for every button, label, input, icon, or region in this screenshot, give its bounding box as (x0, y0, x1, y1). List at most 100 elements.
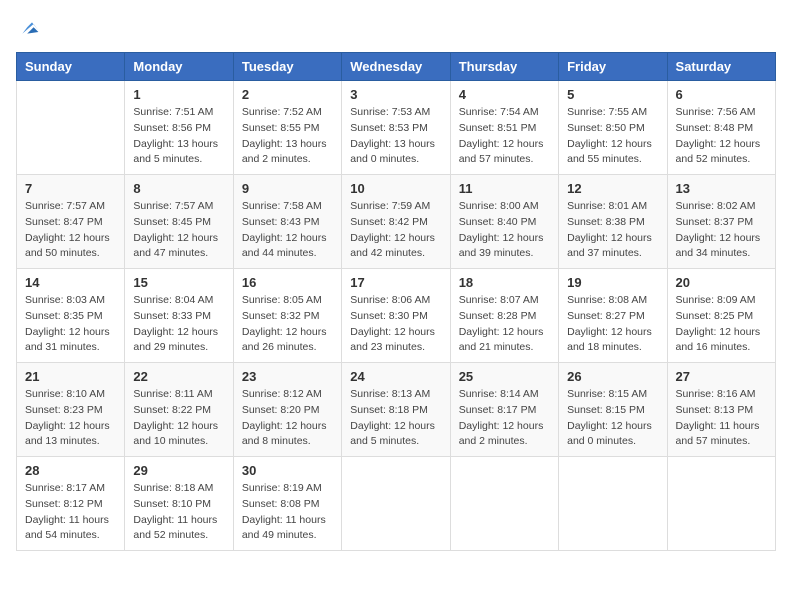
sunrise: Sunrise: 8:07 AM (459, 294, 539, 306)
daylight: Daylight: 12 hours and 29 minutes. (133, 326, 218, 354)
sunset: Sunset: 8:28 PM (459, 310, 537, 322)
day-info: Sunrise: 8:12 AM Sunset: 8:20 PM Dayligh… (242, 387, 333, 450)
day-number: 30 (242, 463, 333, 478)
daylight: Daylight: 11 hours and 49 minutes. (242, 514, 326, 542)
day-number: 15 (133, 275, 224, 290)
day-number: 25 (459, 369, 550, 384)
calendar-cell: 26 Sunrise: 8:15 AM Sunset: 8:15 PM Dayl… (559, 363, 667, 457)
day-number: 14 (25, 275, 116, 290)
day-number: 7 (25, 181, 116, 196)
day-number: 18 (459, 275, 550, 290)
sunset: Sunset: 8:40 PM (459, 216, 537, 228)
day-number: 6 (676, 87, 767, 102)
day-number: 20 (676, 275, 767, 290)
sunset: Sunset: 8:50 PM (567, 122, 645, 134)
calendar-cell: 6 Sunrise: 7:56 AM Sunset: 8:48 PM Dayli… (667, 81, 775, 175)
sunrise: Sunrise: 7:56 AM (676, 106, 756, 118)
daylight: Daylight: 12 hours and 37 minutes. (567, 232, 652, 260)
calendar-cell: 21 Sunrise: 8:10 AM Sunset: 8:23 PM Dayl… (17, 363, 125, 457)
sunrise: Sunrise: 8:06 AM (350, 294, 430, 306)
day-info: Sunrise: 8:10 AM Sunset: 8:23 PM Dayligh… (25, 387, 116, 450)
day-info: Sunrise: 8:09 AM Sunset: 8:25 PM Dayligh… (676, 293, 767, 356)
day-number: 23 (242, 369, 333, 384)
sunset: Sunset: 8:15 PM (567, 404, 645, 416)
daylight: Daylight: 12 hours and 23 minutes. (350, 326, 435, 354)
calendar-cell: 1 Sunrise: 7:51 AM Sunset: 8:56 PM Dayli… (125, 81, 233, 175)
day-info: Sunrise: 7:55 AM Sunset: 8:50 PM Dayligh… (567, 105, 658, 168)
daylight: Daylight: 12 hours and 31 minutes. (25, 326, 110, 354)
calendar-cell (559, 457, 667, 551)
calendar-week-4: 21 Sunrise: 8:10 AM Sunset: 8:23 PM Dayl… (17, 363, 776, 457)
sunset: Sunset: 8:17 PM (459, 404, 537, 416)
calendar-cell: 10 Sunrise: 7:59 AM Sunset: 8:42 PM Dayl… (342, 175, 450, 269)
calendar-cell: 17 Sunrise: 8:06 AM Sunset: 8:30 PM Dayl… (342, 269, 450, 363)
sunset: Sunset: 8:27 PM (567, 310, 645, 322)
calendar-week-5: 28 Sunrise: 8:17 AM Sunset: 8:12 PM Dayl… (17, 457, 776, 551)
daylight: Daylight: 12 hours and 13 minutes. (25, 420, 110, 448)
sunset: Sunset: 8:23 PM (25, 404, 103, 416)
calendar-week-2: 7 Sunrise: 7:57 AM Sunset: 8:47 PM Dayli… (17, 175, 776, 269)
calendar-cell: 11 Sunrise: 8:00 AM Sunset: 8:40 PM Dayl… (450, 175, 558, 269)
sunrise: Sunrise: 8:16 AM (676, 388, 756, 400)
sunset: Sunset: 8:22 PM (133, 404, 211, 416)
sunset: Sunset: 8:33 PM (133, 310, 211, 322)
sunset: Sunset: 8:48 PM (676, 122, 754, 134)
day-info: Sunrise: 7:57 AM Sunset: 8:47 PM Dayligh… (25, 199, 116, 262)
sunset: Sunset: 8:10 PM (133, 498, 211, 510)
day-info: Sunrise: 8:02 AM Sunset: 8:37 PM Dayligh… (676, 199, 767, 262)
sunrise: Sunrise: 7:57 AM (133, 200, 213, 212)
day-number: 10 (350, 181, 441, 196)
calendar-cell: 27 Sunrise: 8:16 AM Sunset: 8:13 PM Dayl… (667, 363, 775, 457)
calendar-cell: 22 Sunrise: 8:11 AM Sunset: 8:22 PM Dayl… (125, 363, 233, 457)
day-info: Sunrise: 7:52 AM Sunset: 8:55 PM Dayligh… (242, 105, 333, 168)
calendar-cell: 29 Sunrise: 8:18 AM Sunset: 8:10 PM Dayl… (125, 457, 233, 551)
daylight: Daylight: 12 hours and 42 minutes. (350, 232, 435, 260)
daylight: Daylight: 12 hours and 5 minutes. (350, 420, 435, 448)
weekday-header-row: SundayMondayTuesdayWednesdayThursdayFrid… (17, 53, 776, 81)
day-number: 5 (567, 87, 658, 102)
calendar-cell: 3 Sunrise: 7:53 AM Sunset: 8:53 PM Dayli… (342, 81, 450, 175)
sunrise: Sunrise: 8:01 AM (567, 200, 647, 212)
sunrise: Sunrise: 7:53 AM (350, 106, 430, 118)
day-info: Sunrise: 7:58 AM Sunset: 8:43 PM Dayligh… (242, 199, 333, 262)
daylight: Daylight: 12 hours and 2 minutes. (459, 420, 544, 448)
calendar-cell: 20 Sunrise: 8:09 AM Sunset: 8:25 PM Dayl… (667, 269, 775, 363)
day-info: Sunrise: 8:04 AM Sunset: 8:33 PM Dayligh… (133, 293, 224, 356)
daylight: Daylight: 12 hours and 21 minutes. (459, 326, 544, 354)
day-number: 13 (676, 181, 767, 196)
weekday-header-tuesday: Tuesday (233, 53, 341, 81)
sunrise: Sunrise: 7:52 AM (242, 106, 322, 118)
calendar-cell: 2 Sunrise: 7:52 AM Sunset: 8:55 PM Dayli… (233, 81, 341, 175)
calendar-week-1: 1 Sunrise: 7:51 AM Sunset: 8:56 PM Dayli… (17, 81, 776, 175)
daylight: Daylight: 12 hours and 52 minutes. (676, 138, 761, 166)
sunrise: Sunrise: 8:09 AM (676, 294, 756, 306)
day-number: 1 (133, 87, 224, 102)
day-info: Sunrise: 7:51 AM Sunset: 8:56 PM Dayligh… (133, 105, 224, 168)
daylight: Daylight: 12 hours and 44 minutes. (242, 232, 327, 260)
sunset: Sunset: 8:20 PM (242, 404, 320, 416)
sunrise: Sunrise: 8:03 AM (25, 294, 105, 306)
day-number: 19 (567, 275, 658, 290)
weekday-header-thursday: Thursday (450, 53, 558, 81)
calendar-cell: 9 Sunrise: 7:58 AM Sunset: 8:43 PM Dayli… (233, 175, 341, 269)
weekday-header-monday: Monday (125, 53, 233, 81)
sunset: Sunset: 8:56 PM (133, 122, 211, 134)
day-info: Sunrise: 8:18 AM Sunset: 8:10 PM Dayligh… (133, 481, 224, 544)
day-number: 8 (133, 181, 224, 196)
calendar-cell: 24 Sunrise: 8:13 AM Sunset: 8:18 PM Dayl… (342, 363, 450, 457)
calendar-cell (342, 457, 450, 551)
sunset: Sunset: 8:38 PM (567, 216, 645, 228)
sunrise: Sunrise: 8:18 AM (133, 482, 213, 494)
sunrise: Sunrise: 7:58 AM (242, 200, 322, 212)
day-number: 24 (350, 369, 441, 384)
calendar-body: 1 Sunrise: 7:51 AM Sunset: 8:56 PM Dayli… (17, 81, 776, 551)
sunrise: Sunrise: 8:13 AM (350, 388, 430, 400)
sunrise: Sunrise: 8:15 AM (567, 388, 647, 400)
sunset: Sunset: 8:42 PM (350, 216, 428, 228)
day-number: 11 (459, 181, 550, 196)
day-info: Sunrise: 7:56 AM Sunset: 8:48 PM Dayligh… (676, 105, 767, 168)
sunrise: Sunrise: 8:14 AM (459, 388, 539, 400)
daylight: Daylight: 12 hours and 34 minutes. (676, 232, 761, 260)
day-info: Sunrise: 8:06 AM Sunset: 8:30 PM Dayligh… (350, 293, 441, 356)
sunset: Sunset: 8:35 PM (25, 310, 103, 322)
